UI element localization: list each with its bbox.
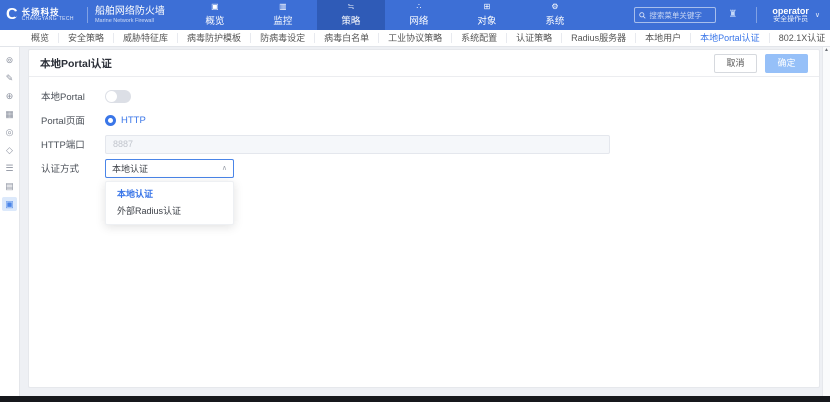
http-radio[interactable] xyxy=(105,115,116,126)
product-title: 船舶网络防火墙 Marine Network Firewall xyxy=(95,6,165,24)
form-row-auth-method: 认证方式 本地认证 ∧ xyxy=(41,156,807,180)
panel-actions: 取消 确定 xyxy=(714,54,808,73)
panel-header: 本地Portal认证 取消 确定 xyxy=(29,50,819,76)
header-divider xyxy=(87,7,88,23)
form-row-http-port: HTTP端口 8887 xyxy=(41,132,807,156)
subtab-threat-signature-db[interactable]: 威胁特征库 xyxy=(114,33,178,43)
main-content: 本地Portal认证 取消 确定 本地Portal Portal页面 HTTP xyxy=(20,47,830,396)
subtab-virus-whitelist[interactable]: 病毒白名单 xyxy=(315,33,379,43)
nav-network[interactable]: ∴ 网络 xyxy=(385,0,453,30)
nav-icon: ▥ xyxy=(279,3,287,11)
panel-title: 本地Portal认证 xyxy=(40,56,112,71)
option-external-radius[interactable]: 外部Radius认证 xyxy=(106,203,233,220)
confirm-button[interactable]: 确定 xyxy=(765,54,808,73)
policy-subtab-bar: 概览 安全策略 威胁特征库 病毒防护模板 防病毒设定 病毒白名单 工业协议策略 … xyxy=(0,30,830,47)
http-radio-label: HTTP xyxy=(121,115,146,126)
top-navigation: ▣ 概览 ▥ 监控 ≒ 策略 ∴ 网络 ⊞ 对象 xyxy=(181,0,589,30)
portal-auth-form: 本地Portal Portal页面 HTTP HTTP端口 8887 xyxy=(29,77,819,187)
portal-page-radio-group: HTTP xyxy=(105,115,146,126)
search-icon xyxy=(639,12,646,19)
toggle-knob xyxy=(106,91,117,102)
portal-page-label: Portal页面 xyxy=(41,113,105,127)
subtab-8021x-auth[interactable]: 802.1X认证 xyxy=(770,33,830,43)
subtab-overview[interactable]: 概览 xyxy=(22,33,59,43)
header-divider xyxy=(756,7,757,23)
form-row-local-portal: 本地Portal xyxy=(41,84,807,108)
nav-label: 监控 xyxy=(273,13,292,27)
user-role: 安全操作员 xyxy=(773,16,808,24)
brand-name-en: CHANGYANG TECH xyxy=(22,17,74,23)
grid-icon[interactable]: ▦ xyxy=(2,107,17,121)
vertical-scrollbar[interactable]: ▲ xyxy=(822,47,830,396)
chevron-down-icon[interactable]: ∨ xyxy=(815,11,820,19)
nav-label: 策略 xyxy=(341,13,360,27)
brand-name: 长扬科技 CHANGYANG TECH xyxy=(22,8,74,23)
nav-label: 概览 xyxy=(205,13,224,27)
product-title-cn: 船舶网络防火墙 xyxy=(95,6,165,18)
nav-policy[interactable]: ≒ 策略 xyxy=(317,0,385,30)
auth-method-value: 本地认证 xyxy=(112,162,148,175)
globe-icon[interactable]: ⊕ xyxy=(2,89,17,103)
auth-method-select[interactable]: 本地认证 ∧ xyxy=(105,159,234,178)
subtab-local-user[interactable]: 本地用户 xyxy=(636,33,691,43)
form-row-portal-page: Portal页面 HTTP xyxy=(41,108,807,132)
nav-label: 对象 xyxy=(477,13,496,27)
option-local-auth[interactable]: 本地认证 xyxy=(106,186,233,203)
menu-search-input[interactable]: 搜索菜单关键字 xyxy=(634,7,716,23)
user-name: operator xyxy=(772,6,809,16)
server-icon[interactable]: ☰ xyxy=(2,161,17,175)
local-portal-toggle[interactable] xyxy=(105,90,131,103)
subtab-virus-protection-template[interactable]: 病毒防护模板 xyxy=(178,33,251,43)
local-portal-auth-panel: 本地Portal认证 取消 确定 本地Portal Portal页面 HTTP xyxy=(28,49,820,388)
book-icon[interactable]: ▤ xyxy=(2,179,17,193)
nav-objects[interactable]: ⊞ 对象 xyxy=(453,0,521,30)
user-menu[interactable]: operator 安全操作员 xyxy=(772,6,809,24)
http-port-input: 8887 xyxy=(105,135,610,154)
pen-tool-icon[interactable]: ✎ xyxy=(2,71,17,85)
nav-overview[interactable]: ▣ 概览 xyxy=(181,0,249,30)
window-bottom-edge xyxy=(0,396,830,402)
scroll-up-icon[interactable]: ▲ xyxy=(823,47,830,54)
http-port-label: HTTP端口 xyxy=(41,137,105,151)
nav-label: 网络 xyxy=(409,13,428,27)
cancel-button[interactable]: 取消 xyxy=(714,54,757,73)
subtab-industrial-protocol-policy[interactable]: 工业协议策略 xyxy=(379,33,452,43)
app-header: C 长扬科技 CHANGYANG TECH 船舶网络防火墙 Marine Net… xyxy=(0,0,830,30)
auth-method-dropdown: 本地认证 外部Radius认证 xyxy=(105,181,234,225)
nav-monitoring[interactable]: ▥ 监控 xyxy=(249,0,317,30)
screen-icon[interactable]: ♜ xyxy=(728,10,737,20)
local-portal-label: 本地Portal xyxy=(41,89,105,103)
search-placeholder: 搜索菜单关键字 xyxy=(649,10,702,21)
http-port-value: 8887 xyxy=(113,139,133,149)
subtab-local-portal-auth[interactable]: 本地Portal认证 xyxy=(691,33,770,43)
nav-icon: ∴ xyxy=(416,3,421,11)
monitor-icon[interactable]: ▣ xyxy=(2,197,17,211)
nav-icon: ⚙ xyxy=(551,3,558,11)
nav-icon: ⊞ xyxy=(484,3,491,11)
auth-method-label: 认证方式 xyxy=(41,161,105,175)
nav-label: 系统 xyxy=(545,13,564,27)
shield-icon[interactable]: ◇ xyxy=(2,143,17,157)
chevron-up-icon: ∧ xyxy=(222,164,227,172)
subtab-system-config[interactable]: 系统配置 xyxy=(452,33,507,43)
subtab-auth-policy[interactable]: 认证策略 xyxy=(507,33,562,43)
icon-sidebar: ⊚ ✎ ⊕ ▦ ◎ ◇ ☰ ▤ ▣ xyxy=(0,47,20,396)
subtab-radius-server[interactable]: Radius服务器 xyxy=(562,33,636,43)
brand-logo-icon: C xyxy=(6,7,18,23)
product-title-en: Marine Network Firewall xyxy=(95,18,165,24)
subtab-antivirus-settings[interactable]: 防病毒设定 xyxy=(251,33,315,43)
nav-system[interactable]: ⚙ 系统 xyxy=(521,0,589,30)
target-icon[interactable]: ◎ xyxy=(2,125,17,139)
gear-circle-icon[interactable]: ⊚ xyxy=(2,53,17,67)
subtab-security-policy[interactable]: 安全策略 xyxy=(59,33,114,43)
nav-icon: ≒ xyxy=(348,3,355,11)
nav-icon: ▣ xyxy=(211,3,219,11)
